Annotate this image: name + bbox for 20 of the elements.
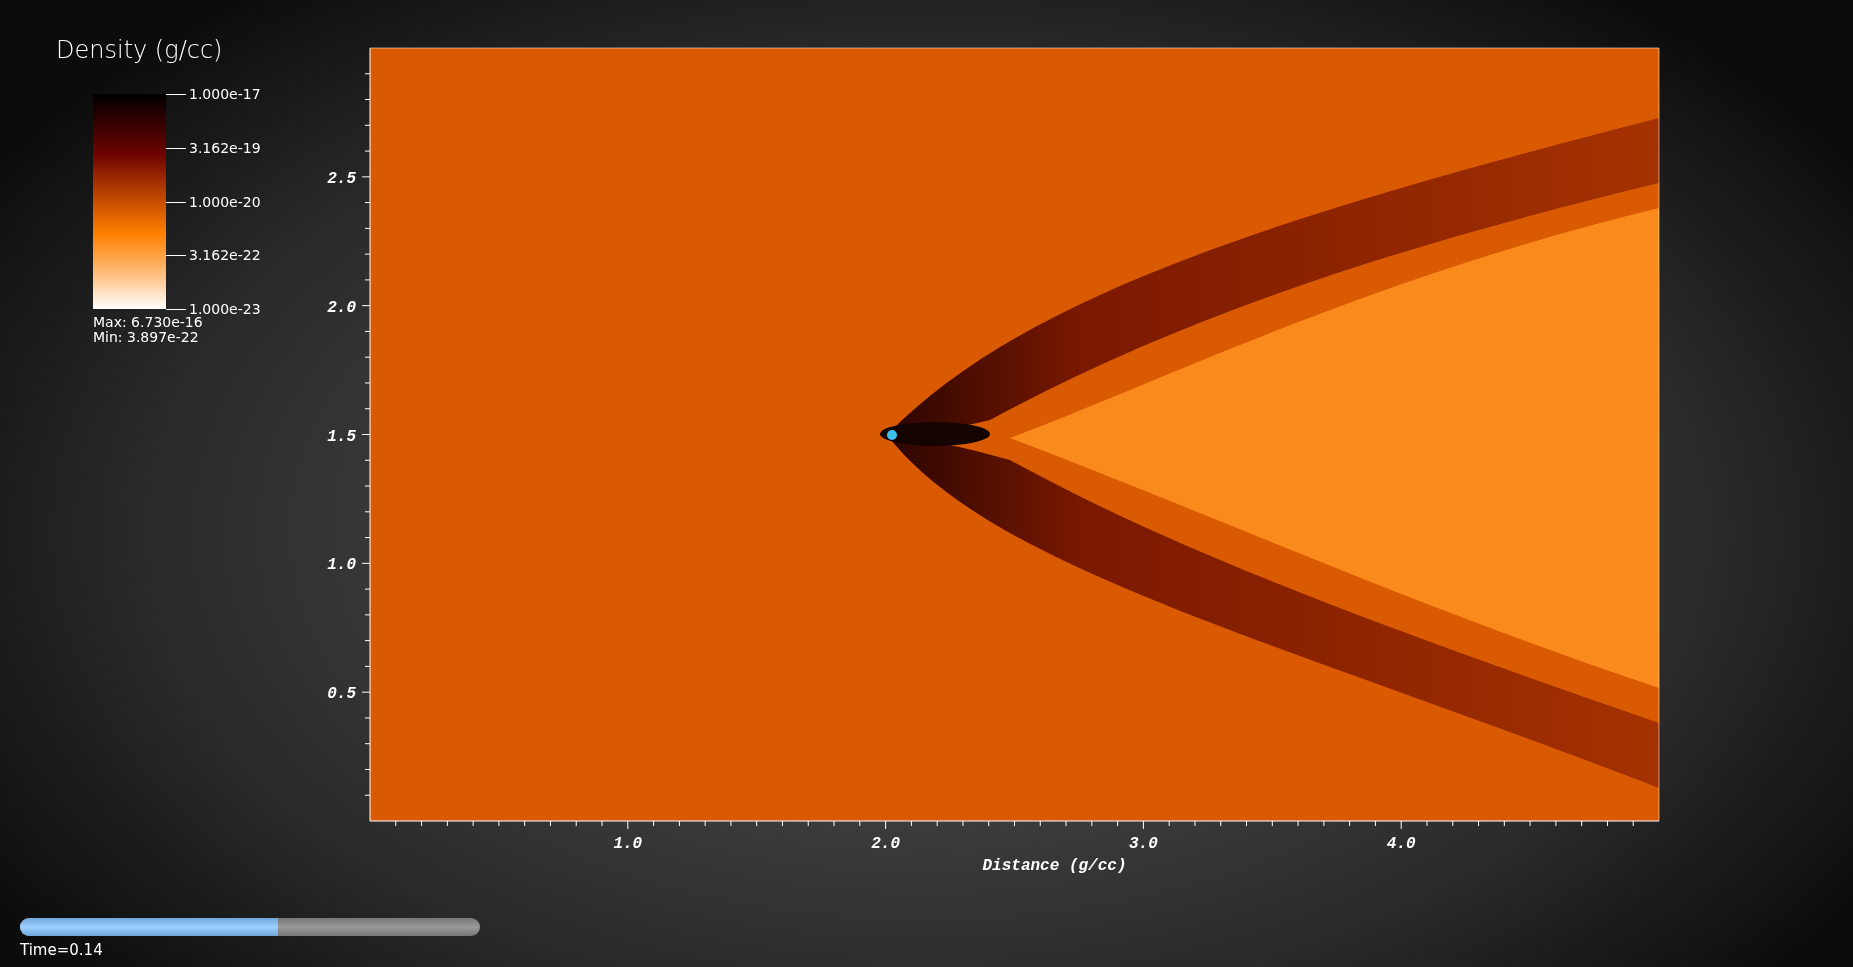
x-tick-label: 1.0 [613,835,643,853]
time-slider[interactable] [20,918,480,936]
min-value: Min: 3.897e-22 [93,330,199,345]
color-bar-label: 3.162e-22 [189,247,261,264]
y-tick-label: 2.5 [327,169,356,188]
y-tick-label: 1.0 [327,556,356,575]
legend-title: Density (g/cc) [56,36,223,64]
color-bar-label: 3.162e-19 [189,139,261,156]
time-label: Time=0.14 [20,941,103,959]
y-tick-label: 0.5 [327,685,356,704]
x-axis-title: Distance (g/cc) [982,857,1127,875]
color-bar-label: 1.000e-17 [189,86,261,102]
y-tick-label: 2.0 [327,298,356,317]
y-tick-label: 1.5 [327,427,356,446]
x-tick-label: 3.0 [1129,835,1158,853]
x-tick-label: 2.0 [871,835,900,853]
x-tick-label: 4.0 [1386,835,1416,853]
color-bar-label: 1.000e-23 [189,301,261,317]
max-value: Max: 6.730e-16 [93,315,203,330]
color-bar-label: 1.000e-20 [189,193,261,210]
